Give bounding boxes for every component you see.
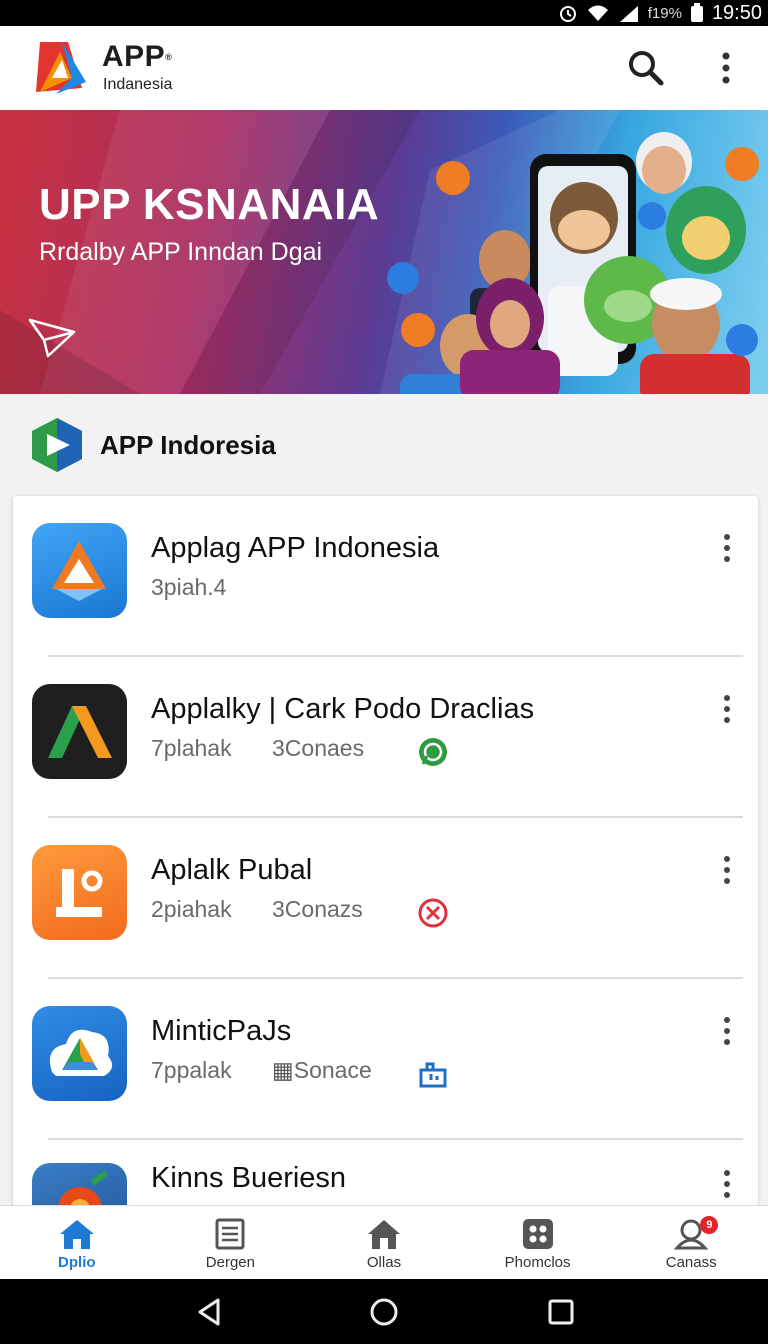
item-more-button[interactable] (710, 1011, 744, 1051)
signal-icon (618, 4, 640, 22)
notification-badge: 9 (700, 1216, 719, 1234)
app-meta: 7ppalak (151, 1057, 232, 1083)
search-button[interactable] (622, 44, 670, 92)
app-icon (32, 684, 127, 779)
more-vert-icon (724, 1170, 730, 1198)
cancel-icon (418, 898, 448, 928)
app-meta-secondary: 3Conaes (272, 735, 365, 761)
paper-plane-icon (28, 318, 76, 358)
more-vert-icon (724, 1017, 730, 1045)
battery-text: f19% (647, 4, 682, 22)
brand-subtitle: Indanesia (103, 76, 173, 93)
store-icon (419, 1062, 447, 1088)
list-item[interactable]: Kinns Bueriesn (13, 1140, 758, 1206)
app-name: Applag APP Indonesia (151, 532, 440, 564)
home-icon (59, 1220, 94, 1249)
banner-title: UPP KSNANAIA (39, 180, 380, 229)
app-meta-secondary: ▦Sonace (272, 1057, 372, 1083)
nav-label: Ollas (366, 1254, 402, 1271)
document-icon (215, 1218, 245, 1250)
app-meta-secondary: 3Conazs (272, 896, 363, 922)
home-outline-icon (367, 1220, 400, 1249)
app-list: Applag APP Indonesia 3piah.4 Applalky | … (13, 496, 758, 1206)
section-title: APP Indoresia (100, 430, 276, 460)
battery-icon (690, 3, 704, 23)
app-meta: 3piah.4 (151, 574, 227, 600)
recents-icon (548, 1299, 574, 1325)
more-options-button[interactable] (702, 44, 750, 92)
banner-subtitle: Rrdalby APP Inndan Dgai (39, 238, 323, 266)
more-vert-icon (724, 856, 730, 884)
nav-item-grid[interactable]: Phomclos (461, 1206, 615, 1279)
item-more-button[interactable] (710, 528, 744, 568)
app-icon (32, 845, 127, 940)
alarm-icon (558, 3, 578, 23)
list-item[interactable]: MinticPaJs 7ppalak ▦Sonace (13, 979, 758, 1140)
section-header: APP Indoresia (0, 394, 768, 496)
more-vert-icon (724, 695, 730, 723)
nav-item-profile[interactable]: 9 Canass (614, 1206, 768, 1279)
app-name: Kinns Bueriesn (151, 1162, 347, 1194)
item-more-button[interactable] (710, 1164, 744, 1204)
clock: 19:50 (711, 1, 762, 24)
brand-title: APP® (102, 40, 173, 73)
system-navigation-bar (0, 1279, 768, 1344)
item-more-button[interactable] (710, 850, 744, 890)
app-icon (32, 1163, 127, 1206)
app-meta: 2piahak (151, 896, 232, 922)
app-name: Applalky | Cark Podo Draclias (151, 693, 535, 725)
item-more-button[interactable] (710, 689, 744, 729)
back-icon (198, 1298, 220, 1326)
nav-label: Canass (665, 1254, 717, 1271)
nav-label: Phomclos (504, 1254, 571, 1271)
list-item[interactable]: Applag APP Indonesia 3piah.4 (13, 496, 758, 657)
list-item[interactable]: Applalky | Cark Podo Draclias 7plahak 3C… (13, 657, 758, 818)
promo-banner[interactable]: UPP KSNANAIA Rrdalby APP Inndan Dgai (0, 110, 768, 394)
flag-icon: ▦ (272, 1057, 294, 1083)
app-icon (32, 1006, 127, 1101)
back-button[interactable] (192, 1295, 226, 1329)
home-system-button[interactable] (367, 1295, 401, 1329)
bottom-navigation: Dplio Dergen Ollas Phomclos 9 Canass (0, 1205, 768, 1279)
recents-button[interactable] (544, 1295, 578, 1329)
nav-item-document[interactable]: Dergen (154, 1206, 308, 1279)
nav-item-home-outline[interactable]: Ollas (307, 1206, 461, 1279)
list-item[interactable]: Aplalk Pubal 2piahak 3Conazs (13, 818, 758, 979)
app-meta: 7plahak (151, 735, 232, 761)
status-bar: f19% 19:50 (0, 0, 768, 26)
search-icon (629, 51, 664, 86)
nav-item-home[interactable]: Dplio (0, 1206, 154, 1279)
app-bar: APP® Indanesia (0, 26, 768, 110)
app-name: MinticPaJs (151, 1015, 292, 1047)
wifi-icon (586, 4, 610, 22)
more-vert-icon (724, 534, 730, 562)
section-logo-icon (32, 418, 82, 472)
nav-label: Dergen (205, 1254, 255, 1271)
whatsapp-icon (419, 738, 447, 766)
nav-label: Dplio (58, 1254, 96, 1271)
app-icon (32, 523, 127, 618)
grid-icon (522, 1219, 553, 1249)
more-vert-icon (722, 52, 730, 84)
app-name: Aplalk Pubal (151, 854, 313, 886)
home-circle-icon (370, 1298, 398, 1326)
brand-logo-icon (36, 42, 86, 94)
